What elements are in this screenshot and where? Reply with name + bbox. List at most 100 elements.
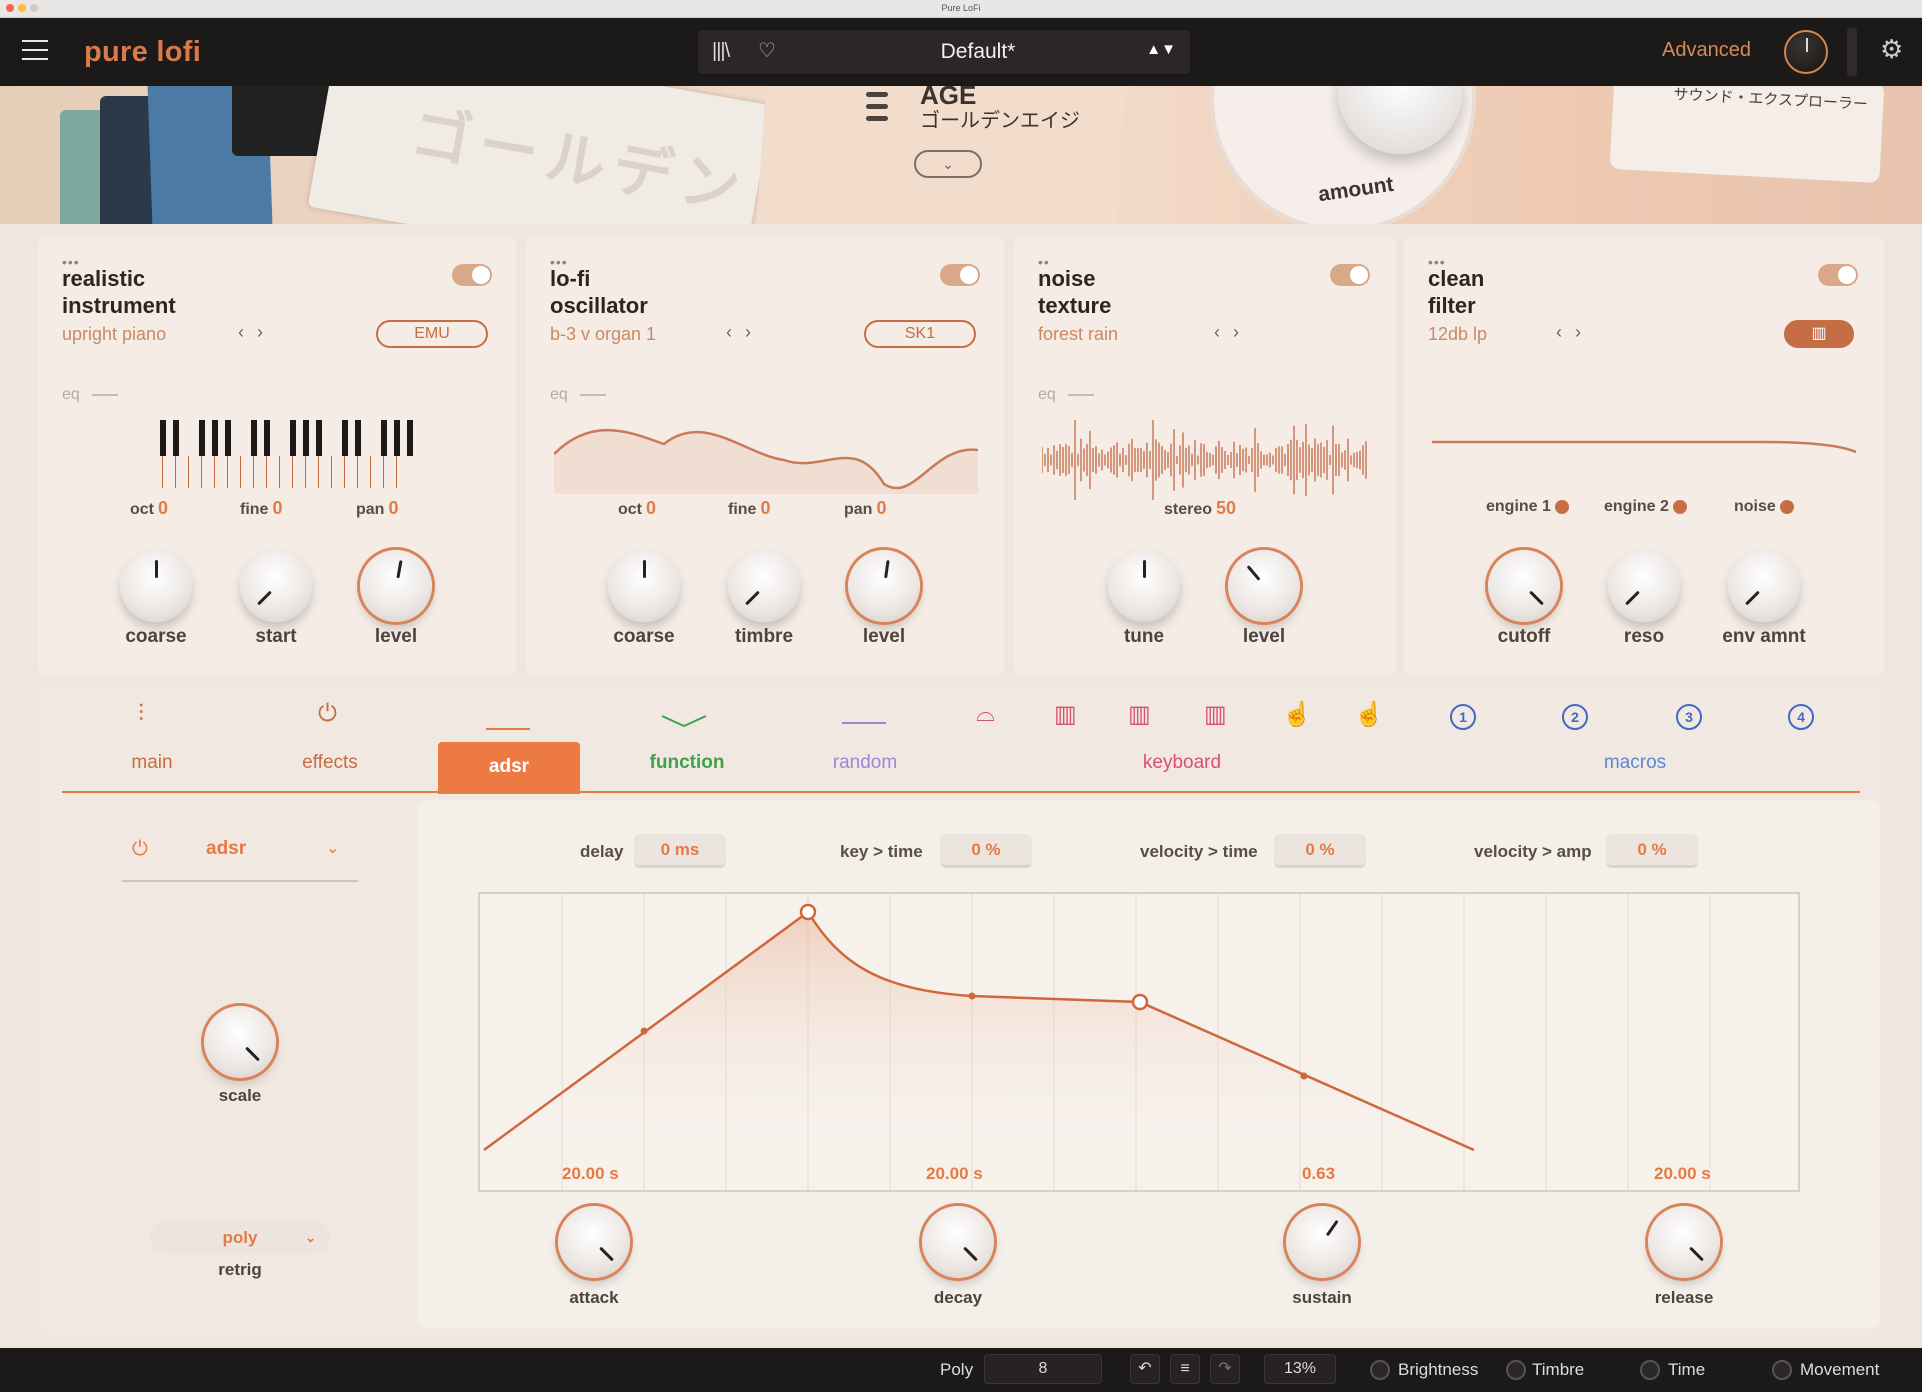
- route-noise[interactable]: noise: [1734, 498, 1795, 516]
- module-preset-name[interactable]: b-3 v organ 1: [550, 324, 656, 345]
- module-preset-name[interactable]: upright piano: [62, 324, 166, 345]
- piano-black-key: [303, 420, 309, 456]
- preset-prev-next-icon[interactable]: ‹ ›: [238, 322, 267, 343]
- top-toolbar: pure lofi |||\ ♡ Default* ▲▼ Advanced ⚙: [0, 18, 1922, 86]
- module-preset-name[interactable]: 12db lp: [1428, 324, 1487, 345]
- multi-touch-icon[interactable]: ☝: [1354, 700, 1384, 729]
- tab-function[interactable]: function: [632, 752, 742, 774]
- velocity-time-field[interactable]: 0 %: [1274, 834, 1366, 868]
- touch-icon[interactable]: ☝: [1282, 700, 1312, 729]
- knob-label: level: [862, 626, 906, 647]
- brightness-macro-knob[interactable]: [1370, 1360, 1390, 1380]
- sustain-knob[interactable]: [1286, 1206, 1358, 1278]
- level-knob[interactable]: [1228, 550, 1300, 622]
- tune-knob[interactable]: [1108, 550, 1180, 622]
- advanced-button[interactable]: Advanced: [1662, 39, 1751, 62]
- start-knob[interactable]: [240, 550, 312, 622]
- macro-2-icon[interactable]: 2: [1562, 704, 1588, 730]
- macro-4-icon[interactable]: 4: [1788, 704, 1814, 730]
- macro-3-icon[interactable]: 3: [1676, 704, 1702, 730]
- module-enable-toggle[interactable]: [1330, 264, 1370, 286]
- keyboard-velocity-icon[interactable]: ▥: [1128, 700, 1151, 729]
- envelope-curve: [483, 894, 1711, 1190]
- module-enable-toggle[interactable]: [452, 264, 492, 286]
- eq-label[interactable]: eq: [62, 386, 118, 404]
- cutoff-knob[interactable]: [1488, 550, 1560, 622]
- tab-adsr[interactable]: adsr: [438, 742, 580, 794]
- heart-icon[interactable]: ♡: [758, 38, 776, 63]
- piano-key-line: [214, 456, 215, 488]
- macro-1-icon[interactable]: 1: [1450, 704, 1476, 730]
- library-icon[interactable]: |||\: [712, 40, 730, 63]
- module-preset-name[interactable]: forest rain: [1038, 324, 1118, 345]
- tab-macros[interactable]: macros: [1570, 752, 1700, 774]
- env-amount-knob[interactable]: [1728, 550, 1800, 622]
- poly-count-field[interactable]: 8: [984, 1354, 1102, 1384]
- preset-prev-next-icon[interactable]: ‹ ›: [726, 322, 755, 343]
- module-title: clean: [1428, 266, 1485, 291]
- undo-icon[interactable]: ↶: [1130, 1354, 1160, 1384]
- keyboard-aftertouch-icon[interactable]: ▥: [1204, 700, 1227, 729]
- window-titlebar: Pure LoFi: [0, 0, 1922, 18]
- eq-label[interactable]: eq: [550, 386, 606, 404]
- param-pan[interactable]: pan 0: [844, 498, 886, 519]
- scale-knob[interactable]: [204, 1006, 276, 1078]
- preset-prev-next-icon[interactable]: ‹ ›: [1214, 322, 1243, 343]
- decay-knob[interactable]: [922, 1206, 994, 1278]
- chevron-down-icon[interactable]: ⌄: [326, 838, 339, 858]
- delay-field[interactable]: 0 ms: [634, 834, 726, 868]
- envelope-graph[interactable]: [478, 892, 1800, 1192]
- power-icon[interactable]: ⏻: [132, 838, 148, 861]
- redo-icon[interactable]: ↷: [1210, 1354, 1240, 1384]
- reso-knob[interactable]: [1608, 550, 1680, 622]
- piano-black-key: [173, 420, 179, 456]
- level-knob[interactable]: [360, 550, 432, 622]
- tab-effects[interactable]: effects: [278, 752, 382, 774]
- param-oct[interactable]: oct 0: [618, 498, 656, 519]
- release-knob[interactable]: [1648, 1206, 1720, 1278]
- param-fine[interactable]: fine 0: [240, 498, 282, 519]
- menu-icon[interactable]: [22, 40, 48, 62]
- piano-black-key: [225, 420, 231, 456]
- preset-prev-next-icon[interactable]: ‹ ›: [1556, 322, 1585, 343]
- preset-name[interactable]: Default*: [858, 40, 1098, 64]
- keyboard-icon[interactable]: ▥: [1054, 700, 1077, 729]
- gear-icon[interactable]: ⚙: [1880, 34, 1903, 65]
- module-enable-toggle[interactable]: [940, 264, 980, 286]
- power-icon[interactable]: ⏻: [318, 700, 337, 728]
- param-stereo[interactable]: stereo 50: [1164, 498, 1236, 519]
- param-pan[interactable]: pan 0: [356, 498, 398, 519]
- preset-nav-arrows[interactable]: ▲▼: [1146, 41, 1176, 58]
- retrig-dropdown[interactable]: poly ⌄: [150, 1222, 330, 1254]
- route-engine-1[interactable]: engine 1: [1486, 498, 1570, 516]
- route-engine-2[interactable]: engine 2: [1604, 498, 1688, 516]
- coarse-knob[interactable]: [608, 550, 680, 622]
- module-title: instrument: [62, 293, 176, 318]
- param-fine[interactable]: fine 0: [728, 498, 770, 519]
- key-time-field[interactable]: 0 %: [940, 834, 1032, 868]
- coarse-knob[interactable]: [120, 550, 192, 622]
- chevron-down-icon[interactable]: ⌄: [914, 150, 982, 178]
- timbre-knob[interactable]: [728, 550, 800, 622]
- keyboard-tracking-icon[interactable]: ▥: [1784, 320, 1854, 348]
- engine-type-pill[interactable]: EMU: [376, 320, 488, 348]
- sliders-icon[interactable]: ⫶: [138, 700, 144, 728]
- movement-macro-knob[interactable]: [1772, 1360, 1792, 1380]
- time-macro-knob[interactable]: [1640, 1360, 1660, 1380]
- module-enable-toggle[interactable]: [1818, 264, 1858, 286]
- module-title: lo-fi: [550, 266, 591, 291]
- engine-type-pill[interactable]: SK1: [864, 320, 976, 348]
- tab-random[interactable]: random: [810, 752, 920, 774]
- tab-main[interactable]: main: [100, 752, 204, 774]
- velocity-amp-field[interactable]: 0 %: [1606, 834, 1698, 868]
- level-knob[interactable]: [848, 550, 920, 622]
- param-oct[interactable]: oct 0: [130, 498, 168, 519]
- eq-label[interactable]: eq: [1038, 386, 1094, 404]
- history-list-icon[interactable]: ≡: [1170, 1354, 1200, 1384]
- tab-keyboard[interactable]: keyboard: [1120, 752, 1244, 774]
- master-volume-knob[interactable]: [1784, 30, 1828, 74]
- envelope-selector[interactable]: adsr: [206, 838, 246, 860]
- timbre-macro-knob[interactable]: [1506, 1360, 1526, 1380]
- pitch-bend-icon[interactable]: ⌓: [976, 700, 995, 728]
- attack-knob[interactable]: [558, 1206, 630, 1278]
